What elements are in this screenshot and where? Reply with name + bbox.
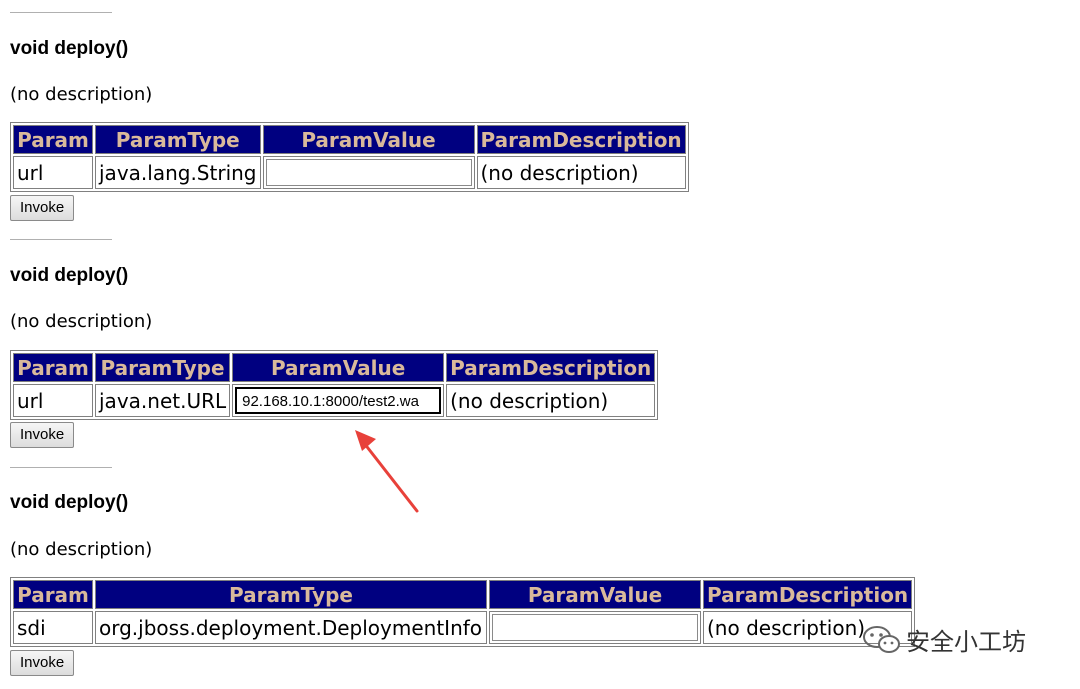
- header-paramvalue: ParamValue: [232, 353, 445, 382]
- invoke-button[interactable]: Invoke: [10, 422, 75, 448]
- table-row: url java.net.URL 92.168.10.1:8000/test2.…: [13, 384, 656, 417]
- operation-description: (no description): [10, 311, 153, 332]
- param-value-cell: [489, 611, 701, 644]
- param-value-input[interactable]: [265, 159, 472, 186]
- watermark-text: 安全小工坊: [906, 628, 1026, 656]
- header-paramvalue: ParamValue: [262, 125, 475, 154]
- param-type: org.jboss.deployment.DeploymentInfo: [95, 611, 487, 644]
- table-row: sdi org.jboss.deployment.DeploymentInfo …: [13, 611, 913, 644]
- header-paramdescription: ParamDescription: [446, 353, 656, 382]
- table-header-row: Param ParamType ParamValue ParamDescript…: [13, 125, 686, 154]
- operation-title: void deploy(): [10, 492, 129, 513]
- header-param: Param: [13, 125, 93, 154]
- invoke-button[interactable]: Invoke: [10, 195, 75, 221]
- header-paramdescription: ParamDescription: [476, 125, 686, 154]
- header-paramdescription: ParamDescription: [703, 580, 913, 609]
- watermark: 安全小工坊: [862, 622, 1026, 657]
- header-param: Param: [13, 353, 93, 382]
- param-value-cell: [262, 156, 475, 189]
- param-type: java.lang.String: [95, 156, 261, 189]
- param-table: Param ParamType ParamValue ParamDescript…: [10, 350, 659, 420]
- annotation-arrow: [355, 430, 419, 513]
- operation-title: void deploy(): [10, 38, 129, 59]
- param-description: (no description): [446, 384, 656, 417]
- table-row: url java.lang.String (no description): [13, 156, 686, 189]
- header-paramtype: ParamType: [95, 353, 231, 382]
- invoke-button[interactable]: Invoke: [10, 650, 75, 676]
- param-name: url: [13, 384, 93, 417]
- param-table: Param ParamType ParamValue ParamDescript…: [10, 122, 689, 192]
- param-value-cell: 92.168.10.1:8000/test2.wa: [232, 384, 445, 417]
- header-param: Param: [13, 580, 93, 609]
- header-paramvalue: ParamValue: [489, 580, 701, 609]
- param-value-input[interactable]: 92.168.10.1:8000/test2.wa: [235, 387, 442, 414]
- operation-description: (no description): [10, 539, 153, 560]
- param-table: Param ParamType ParamValue ParamDescript…: [10, 577, 916, 647]
- separator-line: [10, 239, 112, 240]
- separator-line: [10, 12, 112, 13]
- operation-title: void deploy(): [10, 265, 129, 286]
- param-name: sdi: [13, 611, 93, 644]
- separator-line: [10, 467, 112, 468]
- table-header-row: Param ParamType ParamValue ParamDescript…: [13, 580, 913, 609]
- table-header-row: Param ParamType ParamValue ParamDescript…: [13, 353, 656, 382]
- header-paramtype: ParamType: [95, 580, 487, 609]
- param-name: url: [13, 156, 93, 189]
- header-paramtype: ParamType: [95, 125, 261, 154]
- param-description: (no description): [476, 156, 686, 189]
- param-type: java.net.URL: [95, 384, 231, 417]
- param-value-input[interactable]: [492, 614, 698, 641]
- operation-description: (no description): [10, 84, 153, 105]
- wechat-icon: [863, 625, 900, 653]
